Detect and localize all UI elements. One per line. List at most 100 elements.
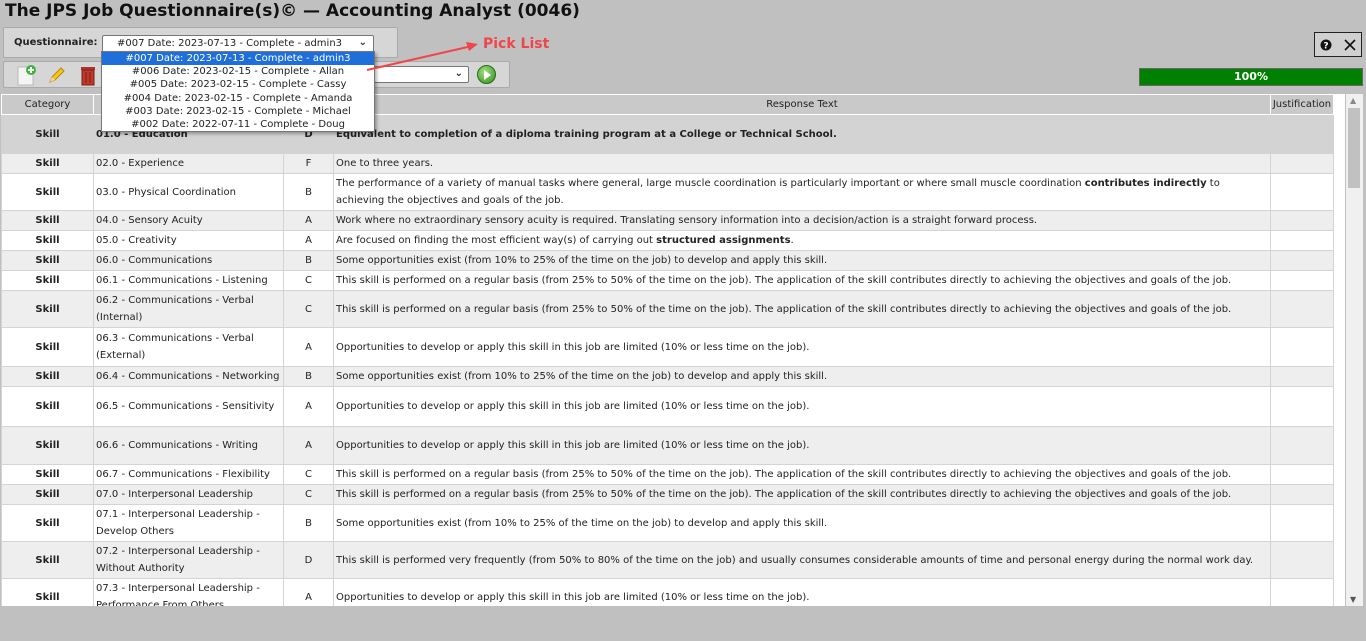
vertical-scrollbar[interactable]: ▲ ▼	[1346, 94, 1363, 606]
justification-cell	[1270, 366, 1334, 387]
dropdown-option[interactable]: #007 Date: 2023-07-13 - Complete - admin…	[102, 52, 374, 66]
category-cell: Skill	[1, 114, 94, 154]
level-cell: C	[283, 270, 334, 291]
category-cell: Skill	[1, 426, 94, 465]
category-cell: Skill	[1, 173, 94, 211]
table-row[interactable]: Skill 02.0 - Experience F One to three year…	[1, 153, 1334, 174]
response-cell: Opportunities to develop or apply this s…	[333, 327, 1271, 367]
trash-icon[interactable]	[78, 63, 98, 87]
response-text: Opportunities to develop or apply this s…	[336, 591, 810, 603]
response-text: Some opportunities exist (from 10% to 25…	[336, 255, 828, 266]
dropdown-option[interactable]: #002 Date: 2022-07-11 - Complete - Doug	[102, 118, 374, 131]
justification-cell	[1270, 153, 1334, 174]
response-cell: Work where no extraordinary sensory acui…	[333, 210, 1271, 231]
table-row[interactable]: Skill 06.0 - Communications B Some opportun…	[1, 250, 1334, 271]
table-row[interactable]: Skill 06.1 - Communications - Listening C T…	[1, 270, 1334, 291]
level-cell: F	[283, 153, 334, 174]
justification-cell	[1270, 578, 1334, 606]
question-cell: 06.5 - Communications - Sensitivity	[93, 386, 284, 427]
dropdown-option[interactable]: #003 Date: 2023-02-15 - Complete - Micha…	[102, 105, 374, 118]
dropdown-option[interactable]: #004 Date: 2023-02-15 - Complete - Amand…	[102, 92, 374, 105]
response-text: This skill is performed on a regular bas…	[336, 275, 1232, 286]
pick-list-annotation: Pick List	[483, 36, 550, 52]
response-text: This skill is performed on a regular bas…	[336, 469, 1232, 480]
justification-cell	[1270, 426, 1334, 465]
response-text: Some opportunities exist (from 10% to 25…	[336, 517, 828, 529]
response-cell: This skill is performed very frequently …	[333, 541, 1271, 579]
close-icon[interactable]	[1344, 39, 1356, 51]
category-cell: Skill	[1, 250, 94, 271]
scroll-up-icon[interactable]: ▲	[1350, 96, 1356, 105]
level-cell: A	[283, 230, 334, 251]
page-title: The JPS Job Questionnaire(s)© — Accounti…	[5, 1, 580, 21]
pencil-icon[interactable]	[46, 65, 66, 85]
dropdown-option[interactable]: #006 Date: 2023-02-15 - Complete - Allan	[102, 65, 374, 78]
scrollbar-thumb[interactable]	[1348, 108, 1360, 188]
level-cell: A	[283, 210, 334, 231]
column-header-response[interactable]: Response Text	[333, 94, 1271, 115]
progress-bar: 100%	[1139, 68, 1363, 86]
response-text: .	[790, 235, 794, 246]
table-row[interactable]: Skill 07.0 - Interpersonal Leadership C Thi…	[1, 484, 1334, 505]
table-row[interactable]: Skill 07.3 - Interpersonal Leadership - P…	[1, 578, 1334, 606]
table-row[interactable]: Skill 06.3 - Communications - Verbal (Ext…	[1, 327, 1334, 367]
response-text: This skill is performed on a regular bas…	[336, 303, 1232, 315]
justification-cell	[1270, 210, 1334, 231]
level-cell: A	[283, 426, 334, 465]
table-row[interactable]: Skill 06.4 - Communications - Networking B…	[1, 366, 1334, 387]
level-cell: A	[283, 327, 334, 367]
justification-cell	[1270, 484, 1334, 505]
column-header-justification[interactable]: Justification	[1270, 94, 1334, 115]
question-cell: 02.0 - Experience	[93, 153, 284, 174]
table-row[interactable]: Skill 03.0 - Physical Coordination B The pe…	[1, 173, 1334, 211]
response-text: One to three years.	[336, 158, 434, 169]
table-row[interactable]: Skill 06.5 - Communications - Sensitivity…	[1, 386, 1334, 427]
question-cell: 07.2 - Interpersonal Leadership - Withou…	[93, 541, 284, 579]
response-text: contributes indirectly	[1084, 178, 1207, 189]
justification-cell	[1270, 270, 1334, 291]
response-cell: This skill is performed on a regular bas…	[333, 484, 1271, 505]
justification-cell	[1270, 290, 1334, 328]
table-row[interactable]: Skill 06.7 - Communications - Flexibility…	[1, 464, 1334, 485]
response-cell: Some opportunities exist (from 10% to 25…	[333, 504, 1271, 542]
question-cell: 04.0 - Sensory Acuity	[93, 210, 284, 231]
table-row[interactable]: Skill 05.0 - Creativity A Are focused on fi…	[1, 230, 1334, 251]
category-cell: Skill	[1, 504, 94, 542]
table-row[interactable]: Skill 06.2 - Communications - Verbal (Int…	[1, 290, 1334, 328]
table-row[interactable]: Skill 07.1 - Interpersonal Leadership - D…	[1, 504, 1334, 542]
response-text: This skill is performed on a regular bas…	[336, 489, 1232, 500]
response-text: The performance of a variety of manual t…	[336, 178, 1085, 189]
category-cell: Skill	[1, 270, 94, 291]
new-document-icon[interactable]	[14, 64, 38, 86]
table-row[interactable]: Skill 07.2 - Interpersonal Leadership - W…	[1, 541, 1334, 579]
question-cell: 06.7 - Communications - Flexibility	[93, 464, 284, 485]
category-cell: Skill	[1, 290, 94, 328]
questionnaire-dropdown-list: #007 Date: 2023-07-13 - Complete - admin…	[101, 51, 375, 132]
response-text: This skill is performed very frequently …	[336, 554, 1254, 566]
justification-cell	[1270, 464, 1334, 485]
justification-cell	[1270, 250, 1334, 271]
justification-cell	[1270, 173, 1334, 211]
dropdown-option[interactable]: #005 Date: 2023-02-15 - Complete - Cassy	[102, 78, 374, 91]
table-row[interactable]: Skill 04.0 - Sensory Acuity A Work where no…	[1, 210, 1334, 231]
level-cell: B	[283, 366, 334, 387]
table-row[interactable]: Skill 06.6 - Communications - Writing A Opp…	[1, 426, 1334, 465]
level-cell: C	[283, 484, 334, 505]
column-header-category[interactable]: Category	[1, 94, 94, 115]
questionnaire-label: Questionnaire:	[14, 37, 98, 48]
level-cell: C	[283, 290, 334, 328]
question-cell: 06.3 - Communications - Verbal (External…	[93, 327, 284, 367]
help-icon[interactable]: ?	[1320, 39, 1332, 51]
response-text: Opportunities to develop or apply this s…	[336, 440, 810, 451]
question-cell: 07.0 - Interpersonal Leadership	[93, 484, 284, 505]
scroll-down-icon[interactable]: ▼	[1350, 595, 1356, 604]
category-cell: Skill	[1, 484, 94, 505]
category-cell: Skill	[1, 153, 94, 174]
response-cell: This skill is performed on a regular bas…	[333, 290, 1271, 328]
level-cell: A	[283, 386, 334, 427]
response-cell: Opportunities to develop or apply this s…	[333, 386, 1271, 427]
category-cell: Skill	[1, 541, 94, 579]
justification-cell	[1270, 504, 1334, 542]
level-cell: B	[283, 250, 334, 271]
category-cell: Skill	[1, 386, 94, 427]
